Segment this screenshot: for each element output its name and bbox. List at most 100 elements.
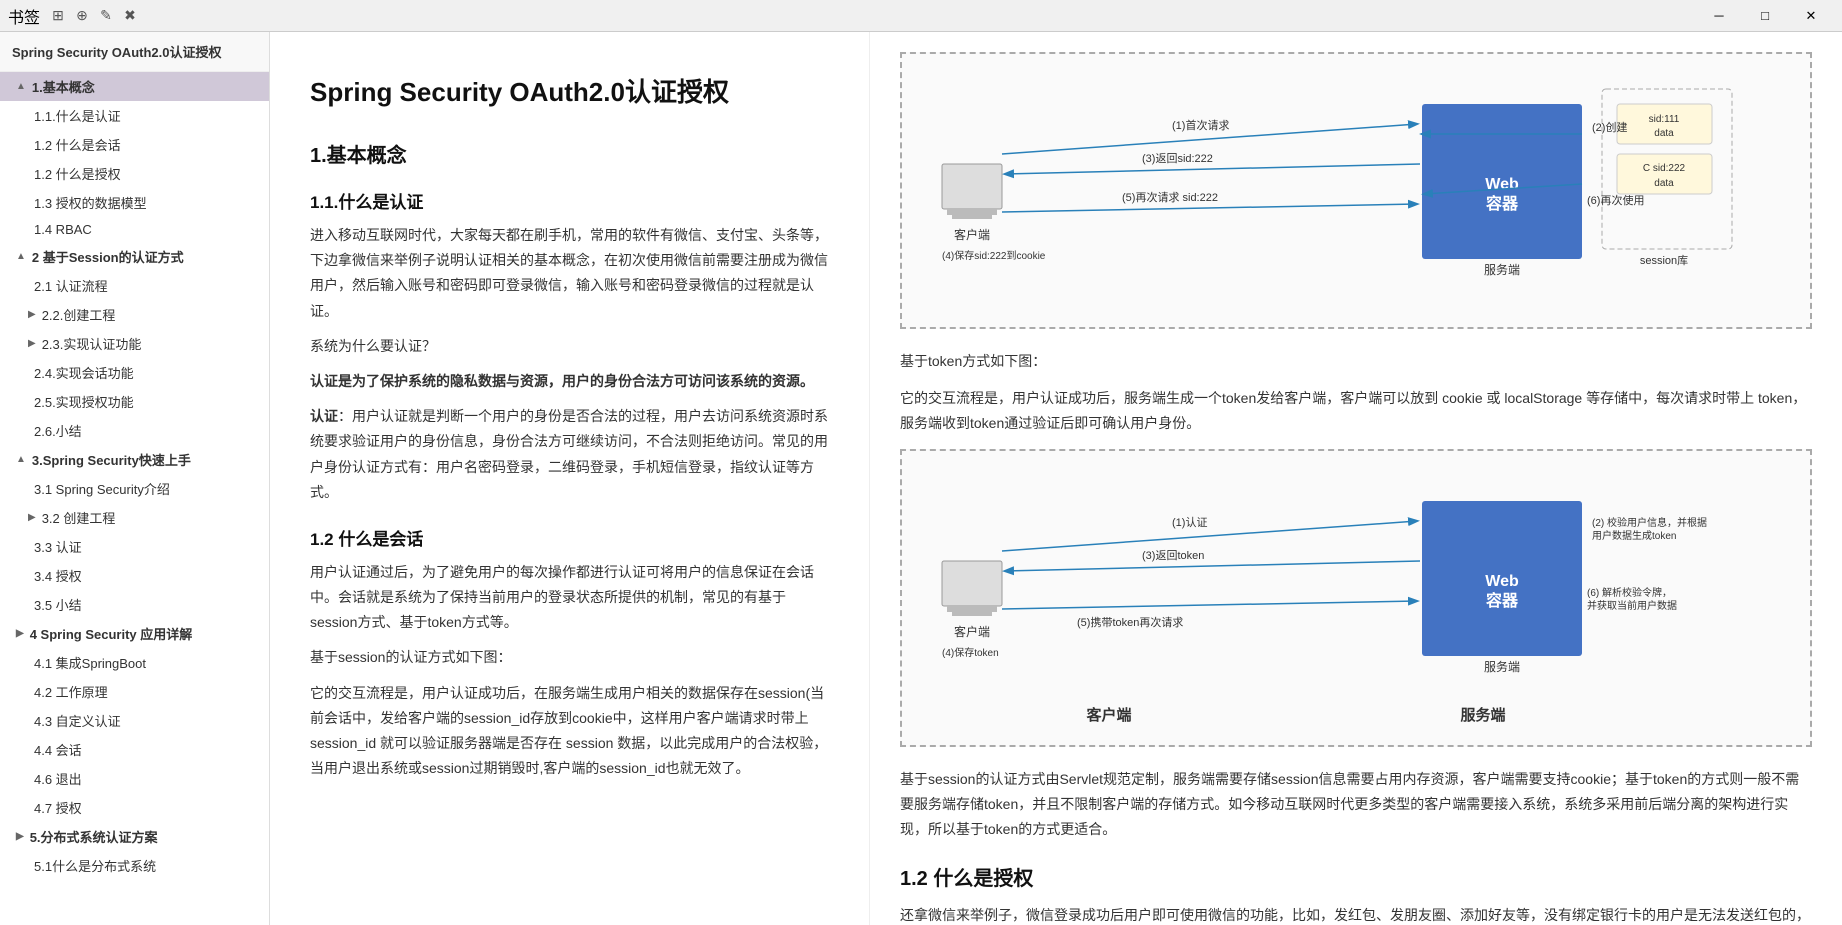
auth-text: 还拿微信来举例子，微信登录成功后用户即可使用微信的功能，比如，发红包、发朋友圈、… (900, 903, 1812, 925)
bookmark-edit-icon[interactable]: ✎ (96, 6, 116, 26)
sidebar-item-label-s1-2b: 1.2 什么是授权 (34, 164, 121, 183)
svg-text:(1)首次请求: (1)首次请求 (1172, 118, 1229, 132)
sidebar-item-s2-5[interactable]: 2.5.实现授权功能 (0, 387, 269, 416)
sidebar-item-label-s1: 1.基本概念 (32, 77, 95, 96)
sidebar-item-s2-3[interactable]: ▶2.3.实现认证功能 (0, 329, 269, 358)
svg-text:sid:111: sid:111 (1649, 114, 1680, 125)
sidebar-item-s3[interactable]: ▲3.Spring Security快速上手 (0, 445, 269, 474)
sidebar-item-s1[interactable]: ▲1.基本概念 (0, 72, 269, 101)
svg-text:服务端: 服务端 (1484, 262, 1520, 277)
svg-text:data: data (1654, 128, 1674, 139)
para-1-2a-3: 它的交互流程是，用户认证成功后，在服务端生成用户相关的数据保存在session(… (310, 681, 829, 782)
svg-text:(3)返回token: (3)返回token (1142, 549, 1204, 562)
sidebar-item-s3-2[interactable]: ▶ 3.2 创建工程 (0, 503, 269, 532)
sidebar-item-s2-2[interactable]: ▶ 2.2.创建工程 (0, 300, 269, 329)
sidebar-item-s1-1[interactable]: 1.1.什么是认证 (0, 101, 269, 130)
sidebar-item-label-s3-4: 3.4 授权 (34, 566, 82, 585)
para-1-1-1: 进入移动互联网时代，大家每天都在刷手机，常用的软件有微信、支付宝、头条等，下边拿… (310, 223, 829, 324)
title-bar-icons: ⊞ ⊕ ✎ ✖ (48, 6, 140, 26)
title-bar-title: 书签 (8, 4, 40, 28)
sidebar-item-s4-1[interactable]: 4.1 集成SpringBoot (0, 648, 269, 677)
sidebar-item-label-s2-4: 2.4.实现会话功能 (34, 363, 134, 382)
sidebar-item-s4-7[interactable]: 4.7 授权 (0, 793, 269, 822)
sidebar-item-s3-1[interactable]: 3.1 Spring Security介绍 (0, 474, 269, 503)
sidebar-tree: ▲1.基本概念 1.1.什么是认证 1.2 什么是会话 1.2 什么是授权 1.… (0, 72, 269, 880)
sidebar-item-s3-4[interactable]: 3.4 授权 (0, 561, 269, 590)
close-button[interactable]: ✕ (1788, 0, 1834, 32)
sidebar-item-s1-2b[interactable]: 1.2 什么是授权 (0, 159, 269, 188)
sidebar-item-s4-6[interactable]: 4.6 退出 (0, 764, 269, 793)
sidebar-item-s2[interactable]: ▲2 基于Session的认证方式 (0, 242, 269, 271)
sidebar-item-label-s3-2: 3.2 创建工程 (42, 508, 116, 527)
svg-text:(5)再次请求 sid:222: (5)再次请求 sid:222 (1122, 190, 1218, 204)
sidebar-item-s2-4[interactable]: 2.4.实现会话功能 (0, 358, 269, 387)
title-bar-left: 书签 ⊞ ⊕ ✎ ✖ (8, 4, 140, 28)
sidebar-item-s4-3[interactable]: 4.3 自定义认证 (0, 706, 269, 735)
svg-text:C sid:222: C sid:222 (1643, 163, 1686, 174)
sidebar-item-label-s3-3: 3.3 认证 (34, 537, 82, 556)
para-1-1-4: 认证：用户认证就是判断一个用户的身份是否合法的过程，用户去访问系统资源时系统要求… (310, 404, 829, 505)
sidebar-item-label-s2-6: 2.6.小结 (34, 421, 82, 440)
sidebar-item-s4-2[interactable]: 4.2 工作原理 (0, 677, 269, 706)
bookmark-delete-icon[interactable]: ✖ (120, 6, 140, 26)
svg-text:并获取当前用户数据: 并获取当前用户数据 (1587, 599, 1677, 612)
bookmark-add-icon[interactable]: ⊕ (72, 6, 92, 26)
sidebar: Spring Security OAuth2.0认证授权 ▲1.基本概念 1.1… (0, 32, 270, 925)
tree-arrow-s3-2: ▶ (28, 512, 36, 523)
tree-arrow-s2: ▲ (16, 251, 26, 262)
sidebar-item-label-s1-4: 1.4 RBAC (34, 222, 92, 237)
sidebar-item-s2-1[interactable]: 2.1 认证流程 (0, 271, 269, 300)
sidebar-item-label-s5: 5.分布式系统认证方案 (30, 827, 158, 846)
sidebar-item-s5[interactable]: ▶5.分布式系统认证方案 (0, 822, 269, 851)
token-diagram-box: 客户端 Web 容器 服务端 (1)认证 (2) 校验用户信息，并根据 用户数据… (900, 449, 1812, 747)
sidebar-item-label-s4-2: 4.2 工作原理 (34, 682, 108, 701)
sidebar-item-label-s2-5: 2.5.实现授权功能 (34, 392, 134, 411)
sidebar-item-s4[interactable]: ▶4 Spring Security 应用详解 (0, 619, 269, 648)
svg-text:容器: 容器 (1485, 194, 1519, 213)
maximize-button[interactable]: □ (1742, 0, 1788, 32)
section-1-2a-title: 1.2 什么是会话 (310, 525, 829, 550)
sidebar-item-label-s4-4: 4.4 会话 (34, 740, 82, 759)
sidebar-item-s1-3[interactable]: 1.3 授权的数据模型 (0, 188, 269, 217)
para-1-1-2: 系统为什么要认证？ (310, 334, 829, 359)
svg-text:(3)返回sid:222: (3)返回sid:222 (1142, 152, 1213, 165)
sidebar-item-label-s3-1: 3.1 Spring Security介绍 (34, 479, 170, 498)
sidebar-item-s1-2a[interactable]: 1.2 什么是会话 (0, 130, 269, 159)
svg-text:(4)保存token: (4)保存token (942, 646, 999, 659)
token-diagram-labels: 客户端 服务端 (922, 704, 1790, 725)
session-diagram-svg: 客户端 Web 容器 服务端 sid:111 data C sid:222 da… (922, 74, 1742, 294)
svg-text:客户端: 客户端 (954, 624, 990, 639)
svg-text:(1)认证: (1)认证 (1172, 516, 1207, 529)
tree-arrow-s2-2: ▶ (28, 309, 36, 320)
sidebar-item-label-s1-1: 1.1.什么是认证 (34, 106, 121, 125)
svg-text:data: data (1654, 178, 1674, 189)
svg-text:(2)创建: (2)创建 (1592, 120, 1627, 134)
sidebar-item-s1-4[interactable]: 1.4 RBAC (0, 217, 269, 242)
comparison-text: 基于session的认证方式由Servlet规范定制，服务端需要存储sessio… (900, 767, 1812, 843)
sidebar-item-label-s4-3: 4.3 自定义认证 (34, 711, 121, 730)
sidebar-item-s3-5[interactable]: 3.5 小结 (0, 590, 269, 619)
para-1-1-3: 认证是为了保护系统的隐私数据与资源，用户的身份合法方可访问该系统的资源。 (310, 369, 829, 394)
sidebar-item-s3-3[interactable]: 3.3 认证 (0, 532, 269, 561)
sidebar-item-label-s3-5: 3.5 小结 (34, 595, 82, 614)
sidebar-item-s2-6[interactable]: 2.6.小结 (0, 416, 269, 445)
para-1-2a-2: 基于session的认证方式如下图： (310, 645, 829, 670)
para-1-2a-1: 用户认证通过后，为了避免用户的每次操作都进行认证可将用户的信息保证在会话中。会话… (310, 560, 829, 636)
doc-main-title: Spring Security OAuth2.0认证授权 (310, 72, 829, 109)
sidebar-header: Spring Security OAuth2.0认证授权 (0, 32, 269, 72)
svg-text:(5)携带token再次请求: (5)携带token再次请求 (1077, 615, 1183, 629)
token-intro-text: 基于token方式如下图： (900, 349, 1812, 374)
sidebar-item-s5-1[interactable]: 5.1什么是分布式系统 (0, 851, 269, 880)
svg-text:(2) 校验用户信息，并根据: (2) 校验用户信息，并根据 (1592, 516, 1707, 529)
token-client-label: 客户端 (1086, 704, 1131, 725)
sidebar-item-label-s4: 4 Spring Security 应用详解 (30, 624, 193, 643)
minimize-button[interactable]: ─ (1696, 0, 1742, 32)
sidebar-item-label-s2-2: 2.2.创建工程 (42, 305, 116, 324)
sidebar-item-label-s5-1: 5.1什么是分布式系统 (34, 856, 156, 875)
svg-text:Web: Web (1485, 573, 1519, 590)
svg-text:服务端: 服务端 (1484, 659, 1520, 674)
sidebar-item-s4-4[interactable]: 4.4 会话 (0, 735, 269, 764)
bookmark-list-icon[interactable]: ⊞ (48, 6, 68, 26)
sidebar-item-label-s2-3: 2.3.实现认证功能 (42, 334, 142, 353)
token-diagram-svg: 客户端 Web 容器 服务端 (1)认证 (2) 校验用户信息，并根据 用户数据… (922, 471, 1742, 691)
